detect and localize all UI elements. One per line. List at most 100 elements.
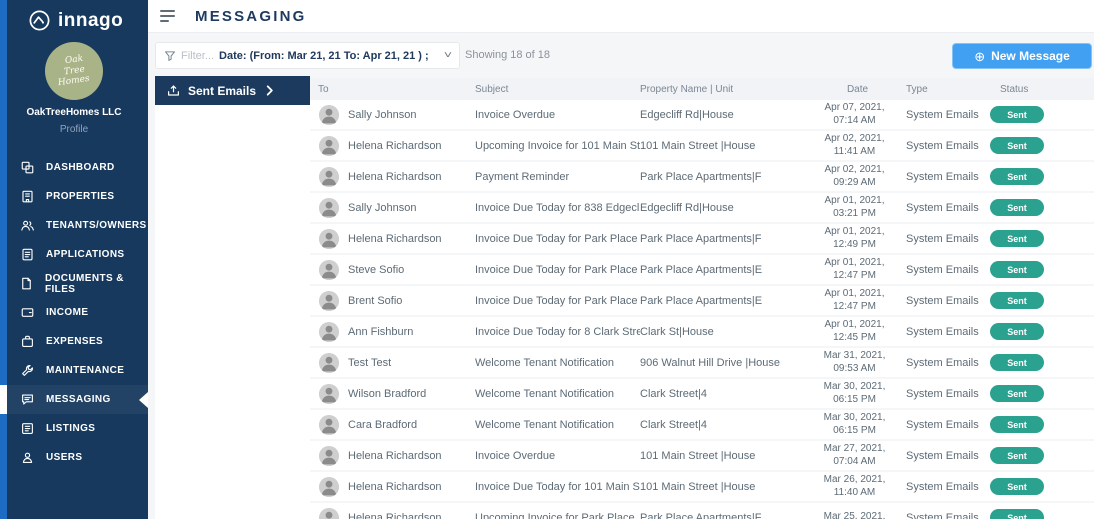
row-date-line2: 12:47 PM <box>815 270 894 283</box>
row-date: Apr 01, 2021, 12:47 PM <box>815 257 900 282</box>
row-to: Brent Sofio <box>348 295 475 307</box>
sidebar-item-messaging[interactable]: MESSAGING <box>0 385 148 414</box>
row-date-line1: Apr 01, 2021, <box>815 288 894 301</box>
avatar <box>319 384 339 404</box>
column-header-to[interactable]: To <box>310 84 475 95</box>
column-header-date[interactable]: Date <box>815 84 900 95</box>
row-subject: Welcome Tenant Notification <box>475 357 640 369</box>
table-row[interactable]: Test Test Welcome Tenant Notification 90… <box>310 348 1094 379</box>
column-header-status[interactable]: Status <box>988 84 1094 95</box>
row-date-line2: 12:45 PM <box>815 332 894 345</box>
row-type: System Emails <box>900 171 988 183</box>
row-date-line1: Mar 27, 2021, <box>815 443 894 456</box>
avatar <box>319 229 339 249</box>
income-icon <box>19 305 35 321</box>
row-subject: Invoice Due Today for Park Place ... <box>475 233 640 245</box>
sidebar-item-maintenance[interactable]: MAINTENANCE <box>0 356 148 385</box>
listings-icon <box>19 421 35 437</box>
avatar <box>319 322 339 342</box>
avatar <box>319 260 339 280</box>
table-row[interactable]: Helena Richardson Upcoming Invoice for 1… <box>310 131 1094 162</box>
column-header-type[interactable]: Type <box>900 84 988 95</box>
tenants-icon <box>19 218 35 234</box>
menu-icon[interactable] <box>160 10 175 22</box>
row-date-line1: Mar 25, 2021, <box>815 511 894 519</box>
row-date-line2: 11:41 AM <box>815 146 894 159</box>
status-badge: Sent <box>990 261 1044 278</box>
row-subject: Invoice Due Today for 838 Edgecli... <box>475 202 640 214</box>
brand-logo[interactable]: innago <box>0 0 148 32</box>
row-date-line1: Mar 31, 2021, <box>815 350 894 363</box>
properties-icon <box>19 189 35 205</box>
row-date-line1: Mar 26, 2021, <box>815 474 894 487</box>
status-badge: Sent <box>990 137 1044 154</box>
status-badge: Sent <box>990 416 1044 433</box>
avatar <box>319 198 339 218</box>
avatar <box>319 105 339 125</box>
row-date-line1: Apr 01, 2021, <box>815 319 894 332</box>
table-row[interactable]: Steve Sofio Invoice Due Today for Park P… <box>310 255 1094 286</box>
new-message-button[interactable]: ⊕ New Message <box>952 43 1092 69</box>
table-row[interactable]: Brent Sofio Invoice Due Today for Park P… <box>310 286 1094 317</box>
table-row[interactable]: Helena Richardson Upcoming Invoice for P… <box>310 503 1094 519</box>
tab-sent-emails[interactable]: Sent Emails <box>155 76 310 105</box>
avatar <box>319 167 339 187</box>
table-row[interactable]: Helena Richardson Invoice Due Today for … <box>310 472 1094 503</box>
org-avatar[interactable]: Oak Tree Homes <box>45 42 103 100</box>
sidebar-item-tenants-owners[interactable]: TENANTS/OWNERS <box>0 211 148 240</box>
sidebar-item-users[interactable]: USERS <box>0 443 148 472</box>
sidebar-item-dashboard[interactable]: DASHBOARD <box>0 153 148 182</box>
innago-logo-icon <box>28 9 51 32</box>
row-type: System Emails <box>900 512 988 519</box>
row-subject: Invoice Due Today for Park Place ... <box>475 295 640 307</box>
row-type: System Emails <box>900 264 988 276</box>
row-type: System Emails <box>900 388 988 400</box>
row-to: Ann Fishburn <box>348 326 475 338</box>
row-subject: Upcoming Invoice for Park Place ... <box>475 512 640 519</box>
row-date-line1: Apr 01, 2021, <box>815 257 894 270</box>
sidebar-item-documents-files[interactable]: DOCUMENTS & FILES <box>0 269 148 298</box>
chevron-right-icon <box>266 85 274 96</box>
row-type: System Emails <box>900 140 988 152</box>
column-header-property[interactable]: Property Name | Unit <box>640 84 815 95</box>
expenses-icon <box>19 334 35 350</box>
table-row[interactable]: Helena Richardson Invoice Overdue 101 Ma… <box>310 441 1094 472</box>
filter-funnel-icon <box>164 50 176 62</box>
row-to: Helena Richardson <box>348 512 475 519</box>
sidebar-item-expenses[interactable]: EXPENSES <box>0 327 148 356</box>
row-date: Apr 01, 2021, 12:45 PM <box>815 319 900 344</box>
row-date: Mar 30, 2021, 06:15 PM <box>815 381 900 406</box>
folder-panel <box>155 105 310 519</box>
row-property: Edgecliff Rd|House <box>640 109 815 121</box>
sidebar-item-properties[interactable]: PROPERTIES <box>0 182 148 211</box>
table-row[interactable]: Sally Johnson Invoice Due Today for 838 … <box>310 193 1094 224</box>
sidebar-item-applications[interactable]: APPLICATIONS <box>0 240 148 269</box>
filter-dropdown[interactable]: Filter... Date: (From: Mar 21, 21 To: Ap… <box>155 42 460 69</box>
table-row[interactable]: Helena Richardson Invoice Due Today for … <box>310 224 1094 255</box>
table-row[interactable]: Wilson Bradford Welcome Tenant Notificat… <box>310 379 1094 410</box>
row-subject: Welcome Tenant Notification <box>475 419 640 431</box>
table-row[interactable]: Helena Richardson Payment Reminder Park … <box>310 162 1094 193</box>
table-row[interactable]: Ann Fishburn Invoice Due Today for 8 Cla… <box>310 317 1094 348</box>
filter-placeholder: Filter... <box>181 50 214 62</box>
sidebar-item-income[interactable]: INCOME <box>0 298 148 327</box>
row-type: System Emails <box>900 233 988 245</box>
column-header-subject[interactable]: Subject <box>475 84 640 95</box>
table-body: Sally Johnson Invoice Overdue Edgecliff … <box>310 100 1094 519</box>
status-badge: Sent <box>990 106 1044 123</box>
row-date-line1: Mar 30, 2021, <box>815 381 894 394</box>
profile-link[interactable]: Profile <box>0 124 148 135</box>
row-property: 101 Main Street |House <box>640 450 815 462</box>
status-badge: Sent <box>990 323 1044 340</box>
sidebar-item-listings[interactable]: LISTINGS <box>0 414 148 443</box>
row-to: Helena Richardson <box>348 233 475 245</box>
row-property: Park Place Apartments|F <box>640 171 815 183</box>
row-date: Mar 26, 2021, 11:40 AM <box>815 474 900 499</box>
status-badge: Sent <box>990 292 1044 309</box>
avatar <box>319 508 339 519</box>
row-date-line2: 07:04 AM <box>815 456 894 469</box>
applications-icon <box>19 247 35 263</box>
row-date: Apr 01, 2021, 03:21 PM <box>815 195 900 220</box>
table-row[interactable]: Cara Bradford Welcome Tenant Notificatio… <box>310 410 1094 441</box>
table-row[interactable]: Sally Johnson Invoice Overdue Edgecliff … <box>310 100 1094 131</box>
